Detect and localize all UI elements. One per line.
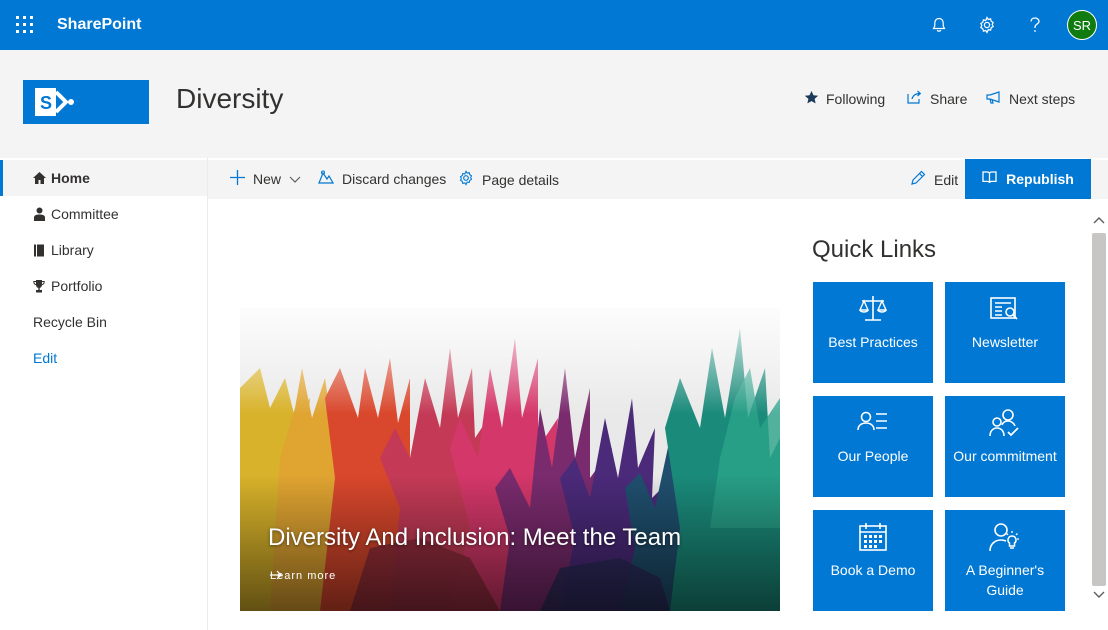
people-list-icon	[813, 408, 933, 438]
svg-text:S: S	[40, 93, 52, 113]
quick-link-book-a-demo[interactable]: Book a Demo	[813, 510, 933, 611]
quick-link-beginners-guide[interactable]: A Beginner's Guide	[945, 510, 1065, 611]
waffle-icon[interactable]	[16, 16, 34, 34]
next-steps-button[interactable]: Next steps	[986, 90, 1075, 107]
newspaper-icon	[945, 294, 1065, 324]
home-icon	[33, 172, 47, 184]
nav-item-committee[interactable]: Committee	[0, 196, 207, 232]
brand-link[interactable]: SharePoint	[57, 16, 141, 34]
scales-icon	[813, 294, 933, 324]
site-title: Diversity	[176, 83, 284, 114]
quick-link-newsletter[interactable]: Newsletter	[945, 282, 1065, 383]
hands-image	[240, 308, 780, 611]
gear-icon[interactable]	[975, 13, 999, 37]
bell-icon[interactable]	[927, 13, 951, 37]
book-open-icon	[982, 171, 997, 187]
new-button[interactable]: New	[230, 170, 301, 188]
scrollbar-thumb[interactable]	[1092, 233, 1106, 586]
following-button[interactable]: Following	[804, 90, 885, 108]
left-navigation: Home Committee Library Portfolio Recycle…	[0, 158, 208, 630]
hero-title[interactable]: Diversity And Inclusion: Meet the Team	[268, 524, 681, 552]
calendar-icon	[813, 522, 933, 552]
site-header: S Diversity Following Share Next steps	[0, 50, 1108, 158]
gear-icon	[458, 170, 474, 189]
scroll-down-icon[interactable]	[1091, 587, 1107, 603]
person-icon	[33, 207, 47, 221]
nav-item-library[interactable]: Library	[0, 232, 207, 268]
share-button[interactable]: Share	[907, 90, 967, 107]
share-icon	[907, 90, 923, 107]
quick-link-our-commitment[interactable]: Our commitment	[945, 396, 1065, 497]
megaphone-icon	[986, 90, 1002, 107]
learn-more-link[interactable]: Learn more	[270, 570, 340, 582]
quick-link-best-practices[interactable]: Best Practices	[813, 282, 933, 383]
discard-changes-button[interactable]: Discard changes	[318, 170, 446, 187]
hero-banner[interactable]: Diversity And Inclusion: Meet the Team L…	[240, 308, 780, 611]
avatar[interactable]: SR	[1067, 10, 1097, 40]
people-check-icon	[945, 408, 1065, 438]
plus-icon	[230, 170, 245, 188]
help-icon[interactable]	[1023, 13, 1047, 37]
book-icon	[33, 244, 47, 257]
republish-button[interactable]: Republish	[965, 159, 1091, 199]
discard-icon	[318, 170, 335, 187]
scroll-up-icon[interactable]	[1091, 212, 1107, 228]
nav-item-home[interactable]: Home	[0, 160, 207, 196]
pencil-icon	[910, 170, 926, 189]
chevron-down-icon	[289, 171, 301, 187]
star-icon	[804, 90, 819, 108]
person-lightbulb-icon	[945, 522, 1065, 552]
nav-item-portfolio[interactable]: Portfolio	[0, 268, 207, 304]
page-details-button[interactable]: Page details	[458, 170, 559, 189]
trophy-icon	[33, 279, 47, 293]
suite-bar: SharePoint SR	[0, 0, 1108, 50]
edit-button[interactable]: Edit	[910, 170, 958, 189]
quick-link-our-people[interactable]: Our People	[813, 396, 933, 497]
nav-item-recycle-bin[interactable]: Recycle Bin	[0, 304, 207, 340]
sharepoint-logo[interactable]: S	[23, 80, 149, 124]
quick-links-title: Quick Links	[812, 236, 937, 263]
nav-edit-link[interactable]: Edit	[0, 340, 207, 376]
